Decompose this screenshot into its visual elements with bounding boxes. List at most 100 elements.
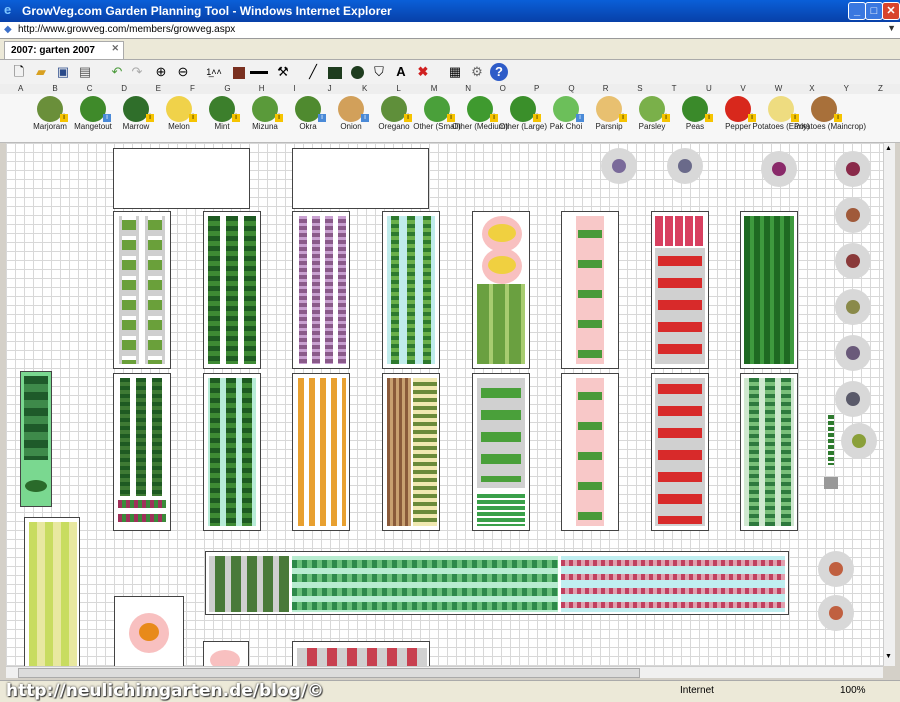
plant-item[interactable]: i Potatoes (Maincrop) — [794, 96, 866, 140]
tab-garden-plan[interactable]: 2007: garten 2007 ✕ — [4, 41, 124, 59]
bed-parsnip[interactable] — [561, 211, 619, 369]
plant-item[interactable]: i Other (Large) — [499, 96, 547, 140]
bed-green-rows[interactable] — [382, 211, 440, 369]
plant-info-icon[interactable]: i — [275, 114, 283, 122]
plant-item[interactable]: i Onion — [331, 96, 371, 140]
bed-long-mixed[interactable] — [205, 551, 789, 615]
empty-bed[interactable] — [113, 148, 250, 209]
bed-carrots[interactable] — [292, 373, 350, 531]
tool-marker[interactable] — [824, 477, 838, 489]
plant-item[interactable]: i Melon — [159, 96, 199, 140]
bed-corn[interactable] — [24, 517, 80, 666]
list-icon[interactable]: ▦ — [446, 63, 464, 81]
plant-info-icon[interactable]: i — [447, 114, 455, 122]
bed-parsnip-lower[interactable] — [561, 373, 619, 531]
zoom-out-icon[interactable]: ⊖ — [174, 63, 192, 81]
horizontal-scrollbar[interactable] — [6, 666, 883, 678]
text-tool-icon[interactable]: A — [392, 63, 410, 81]
plant-item[interactable]: i Other (Small) — [413, 96, 461, 140]
plant-item[interactable]: i Other (Medium) — [452, 96, 508, 140]
bed-radish-pepper[interactable] — [651, 211, 709, 369]
bed-mixed-rows[interactable] — [382, 373, 440, 531]
bed-beans[interactable] — [740, 373, 798, 531]
measure-icon[interactable]: 1̲˄˄ — [202, 63, 226, 81]
plant-info-icon[interactable]: i — [318, 114, 326, 122]
plant-item[interactable]: i Mizuna — [245, 96, 285, 140]
plant-item[interactable]: i Parsnip — [589, 96, 629, 140]
bed-onion-rows[interactable] — [292, 211, 350, 369]
line-tool-icon[interactable]: ╱ — [304, 63, 322, 81]
redo-icon[interactable]: ↷ — [128, 63, 146, 81]
bed-chard[interactable] — [20, 371, 52, 507]
plant-info-icon[interactable]: i — [748, 114, 756, 122]
close-window-button[interactable]: ✕ — [882, 2, 900, 20]
bed-peppers-lower[interactable] — [651, 373, 709, 531]
plant-item[interactable]: i Marrow — [116, 96, 156, 140]
bed-pumpkin[interactable] — [114, 596, 184, 666]
plant-info-icon[interactable]: i — [404, 114, 412, 122]
line-width-icon[interactable] — [248, 63, 270, 81]
address-url[interactable]: http://www.growveg.com/members/growveg.a… — [18, 24, 235, 35]
address-dropdown-icon[interactable]: ▼ — [887, 23, 896, 33]
plant-circle[interactable] — [835, 243, 871, 279]
plant-circle[interactable] — [818, 551, 854, 587]
zoom-in-icon[interactable]: ⊕ — [152, 63, 170, 81]
plant-item[interactable]: i Okra — [288, 96, 328, 140]
plant-circle[interactable] — [761, 151, 797, 187]
plant-info-icon[interactable]: i — [103, 114, 111, 122]
garden-canvas[interactable] — [6, 143, 883, 666]
bed-marrow-beet[interactable] — [113, 373, 171, 531]
maximize-button[interactable]: □ — [865, 2, 883, 20]
plant-item[interactable]: i Parsley — [632, 96, 672, 140]
help-icon[interactable]: ? — [490, 63, 508, 81]
save-icon[interactable]: ▣ — [54, 63, 72, 81]
plant-info-icon[interactable]: i — [576, 114, 584, 122]
plant-item[interactable]: i Pak Choi — [546, 96, 586, 140]
circle-tool-icon[interactable] — [348, 63, 366, 81]
plant-info-icon[interactable]: i — [232, 114, 240, 122]
new-icon[interactable]: 🗋 — [10, 63, 28, 81]
bed-other-medium[interactable] — [472, 373, 530, 531]
plant-circle[interactable] — [835, 197, 871, 233]
bed-leeks[interactable] — [113, 211, 171, 369]
plant-info-icon[interactable]: i — [834, 114, 842, 122]
plant-circle[interactable] — [841, 423, 877, 459]
address-bar[interactable]: ◆ http://www.growveg.com/members/growveg… — [0, 22, 900, 39]
fill-color-icon[interactable] — [230, 63, 248, 81]
bed-bottom-long[interactable] — [292, 641, 430, 666]
bed-bottom-small[interactable] — [203, 641, 249, 666]
plant-circle[interactable] — [667, 148, 703, 184]
print-icon[interactable]: ▤ — [76, 63, 94, 81]
open-icon[interactable]: ▰ — [32, 63, 50, 81]
plant-item[interactable]: i Marjoram — [30, 96, 70, 140]
plant-item[interactable]: i Pepper — [718, 96, 758, 140]
bed-herbs[interactable] — [203, 373, 261, 531]
delete-icon[interactable]: ✖ — [414, 63, 432, 81]
empty-bed[interactable] — [292, 148, 429, 209]
undo-icon[interactable]: ↶ — [108, 63, 126, 81]
minimize-button[interactable]: _ — [848, 2, 866, 20]
tab-close-icon[interactable]: ✕ — [111, 43, 119, 54]
bed-peas[interactable] — [740, 211, 798, 369]
paint-bucket-icon[interactable]: ⛉ — [370, 63, 388, 81]
rectangle-tool-icon[interactable] — [326, 63, 344, 81]
plant-item[interactable]: i Peas — [675, 96, 715, 140]
plant-circle[interactable] — [835, 289, 871, 325]
plant-item[interactable]: i Potatoes (Early) — [752, 96, 810, 140]
plant-item[interactable]: i Mangetout — [73, 96, 113, 140]
plant-info-icon[interactable]: i — [705, 114, 713, 122]
scroll-down-icon[interactable]: ▼ — [885, 653, 892, 660]
hammer-icon[interactable]: ⚒ — [274, 63, 292, 81]
plant-circle[interactable] — [835, 335, 871, 371]
plant-circle[interactable] — [835, 381, 871, 417]
horizontal-scroll-thumb[interactable] — [18, 668, 640, 678]
plant-info-icon[interactable]: i — [60, 114, 68, 122]
zoom-level[interactable]: 100% — [840, 685, 866, 696]
scroll-up-icon[interactable]: ▲ — [885, 145, 892, 152]
plant-circle[interactable] — [601, 148, 637, 184]
plant-info-icon[interactable]: i — [619, 114, 627, 122]
plant-info-icon[interactable]: i — [490, 114, 498, 122]
plant-info-icon[interactable]: i — [662, 114, 670, 122]
plant-item[interactable]: i Mint — [202, 96, 242, 140]
plant-info-icon[interactable]: i — [189, 114, 197, 122]
